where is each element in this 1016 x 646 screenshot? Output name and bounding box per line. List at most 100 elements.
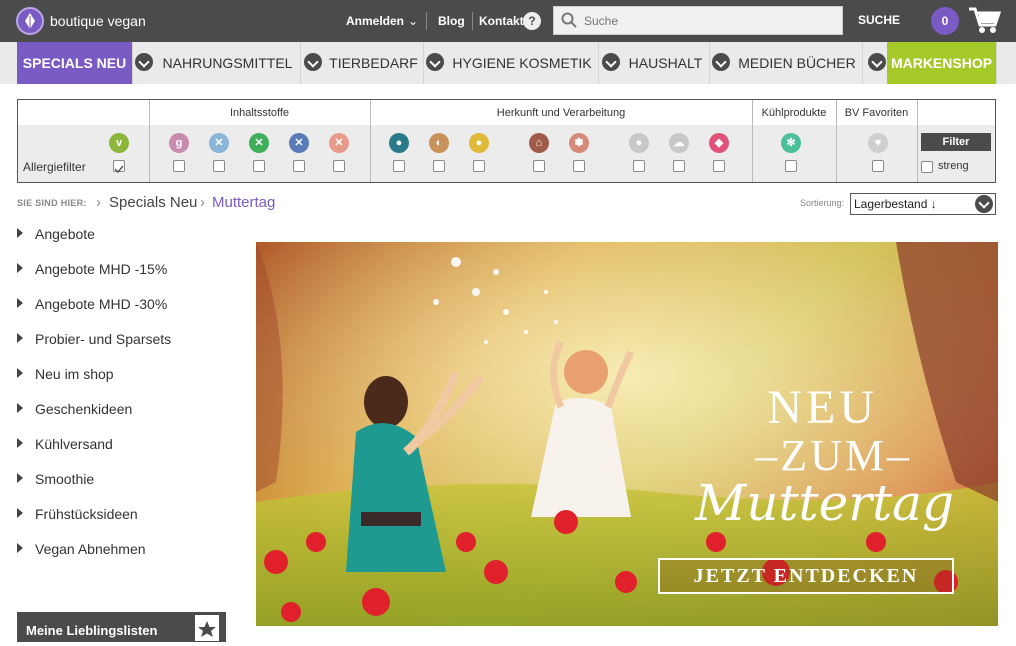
sort-select[interactable]: Lagerbestand ↓	[850, 193, 996, 215]
nav-item-markenshop[interactable]: MARKENSHOP	[887, 42, 997, 84]
chevron-down-icon[interactable]	[868, 53, 886, 71]
heading-bv-favoriten: BV Favoriten	[844, 107, 909, 119]
triangle-right-icon	[17, 263, 23, 274]
water-drop-checkbox[interactable]	[393, 160, 405, 172]
soy-free-checkbox[interactable]	[213, 160, 225, 172]
sugar-free-checkbox[interactable]	[253, 160, 265, 172]
recycle-icon-glyph: ✽	[574, 137, 584, 149]
chevron-down-icon[interactable]	[426, 53, 444, 71]
nav-item-nahrungsmittel[interactable]: NAHRUNGSMITTEL	[155, 42, 301, 84]
divider	[426, 12, 427, 30]
gluten-free-icon: g	[169, 133, 189, 153]
heading-herkunft: Herkunft und Verarbeitung	[496, 107, 626, 119]
sidebar-item[interactable]: Angebote	[17, 226, 95, 242]
gluten-free-icon-glyph: g	[175, 137, 183, 149]
logo[interactable]: boutique vegan	[16, 7, 146, 35]
chevron-down-icon[interactable]	[975, 195, 993, 213]
sidebar-item[interactable]: Neu im shop	[17, 366, 114, 382]
login-label: Anmelden	[346, 14, 405, 28]
house-icon-glyph: ⌂	[535, 137, 543, 149]
blog-link[interactable]: Blog	[438, 14, 465, 28]
nav-item-haushalt[interactable]: HAUSHALT	[622, 42, 710, 84]
nav-item-hygiene-kosmetik[interactable]: HYGIENE KOSMETIK	[446, 42, 599, 84]
nut-free-checkbox[interactable]	[293, 160, 305, 172]
earth-icon-glyph: ●	[635, 137, 643, 149]
heart-checkbox[interactable]	[872, 160, 884, 172]
muttertag-banner[interactable]: NEU –ZUM– Muttertag JETZT ENTDECKEN	[256, 242, 998, 626]
sugar-free-icon-glyph: ✕	[254, 137, 264, 149]
cloud-checkbox[interactable]	[673, 160, 685, 172]
house-checkbox[interactable]	[533, 160, 545, 172]
fruit-icon-glyph: ●	[475, 137, 483, 149]
login-menu[interactable]: Anmelden ⌄	[346, 14, 418, 28]
breadcrumb-muttertag: Muttertag	[212, 194, 276, 211]
vegan-icon-glyph: v	[115, 137, 123, 149]
filter-button[interactable]: Filter	[921, 133, 991, 151]
soy-free-icon-glyph: ✕	[214, 137, 224, 149]
fruit-checkbox[interactable]	[473, 160, 485, 172]
chevron-right-icon: ›	[96, 194, 101, 211]
gluten-free-checkbox[interactable]	[173, 160, 185, 172]
favorites-label: Meine Lieblingslisten	[26, 623, 158, 638]
fish-checkbox[interactable]	[713, 160, 725, 172]
fruit-icon: ●	[469, 133, 489, 153]
sidebar-item-label: Probier- und Sparsets	[35, 331, 172, 347]
divider	[472, 12, 473, 30]
recycle-checkbox[interactable]	[573, 160, 585, 172]
snowflake-checkbox[interactable]	[785, 160, 797, 172]
breadcrumb-label: SIE SIND HIER:	[17, 198, 87, 208]
snowflake-icon-glyph: ✻	[786, 137, 796, 149]
jetzt-entdecken-button[interactable]: JETZT ENTDECKEN	[658, 558, 954, 594]
chevron-down-icon[interactable]	[712, 53, 730, 71]
sort-value: Lagerbestand ↓	[854, 197, 937, 211]
chevron-down-icon[interactable]	[135, 53, 153, 71]
nav-item-medien-buecher[interactable]: MEDIEN BÜCHER	[732, 42, 863, 84]
water-drop-icon-glyph: ●	[395, 137, 403, 149]
vegan-checkbox[interactable]	[113, 160, 125, 174]
earth-checkbox[interactable]	[633, 160, 645, 172]
sidebar-item-label: Geschenkideen	[35, 401, 133, 417]
fish-icon-glyph: ◆	[714, 137, 724, 149]
cart-icon[interactable]	[967, 5, 1002, 40]
streng-checkbox[interactable]	[921, 161, 933, 173]
help-icon[interactable]: ?	[523, 12, 541, 30]
main-nav: SPECIALS NEU NAHRUNGSMITTEL TIERBEDARF H…	[0, 42, 1016, 84]
kontakt-link[interactable]: Kontakt	[479, 14, 524, 28]
sidebar-item-label: Angebote MHD -15%	[35, 261, 168, 277]
triangle-right-icon	[17, 228, 23, 239]
house-icon: ⌂	[529, 133, 549, 153]
triangle-right-icon	[17, 298, 23, 309]
leaf-checkbox[interactable]	[433, 160, 445, 172]
sidebar-item[interactable]: Geschenkideen	[17, 401, 132, 417]
nav-item-specials-neu[interactable]: SPECIALS NEU	[17, 42, 133, 84]
star-icon	[195, 615, 219, 641]
sidebar-item[interactable]: Probier- und Sparsets	[17, 331, 171, 347]
favorites-box[interactable]: Meine Lieblingslisten	[17, 612, 226, 642]
search-button[interactable]: SUCHE	[858, 13, 900, 27]
leaf-icon-glyph: ◐	[435, 137, 443, 149]
sidebar-item[interactable]: Angebote MHD -15%	[17, 261, 167, 277]
triangle-right-icon	[17, 473, 23, 484]
soy-free-icon: ✕	[209, 133, 229, 153]
heart-icon-glyph: ♥	[874, 137, 882, 149]
breadcrumb-specials-neu[interactable]: Specials Neu	[109, 194, 197, 211]
checkmark-icon	[114, 165, 124, 174]
leaf-icon: ◐	[429, 133, 449, 153]
search-input[interactable]	[584, 11, 834, 31]
chevron-down-icon[interactable]	[304, 53, 322, 71]
chevron-down-icon[interactable]	[602, 53, 620, 71]
sidebar-item[interactable]: Kühlversand	[17, 436, 113, 452]
snowflake-icon: ✻	[781, 133, 801, 153]
nav-item-tierbedarf[interactable]: TIERBEDARF	[324, 42, 424, 84]
palm-oil-free-checkbox[interactable]	[333, 160, 345, 172]
cart-count-badge[interactable]: 0	[931, 7, 959, 35]
sidebar-item[interactable]: Frühstücksideen	[17, 506, 138, 522]
triangle-right-icon	[17, 368, 23, 379]
sidebar-item[interactable]: Vegan Abnehmen	[17, 541, 146, 557]
sidebar-item[interactable]: Angebote MHD -30%	[17, 296, 167, 312]
sidebar-item-label: Frühstücksideen	[35, 506, 138, 522]
recycle-icon: ✽	[569, 133, 589, 153]
triangle-right-icon	[17, 543, 23, 554]
banner-title-muttertag: Muttertag	[695, 474, 954, 532]
sidebar-item[interactable]: Smoothie	[17, 471, 94, 487]
